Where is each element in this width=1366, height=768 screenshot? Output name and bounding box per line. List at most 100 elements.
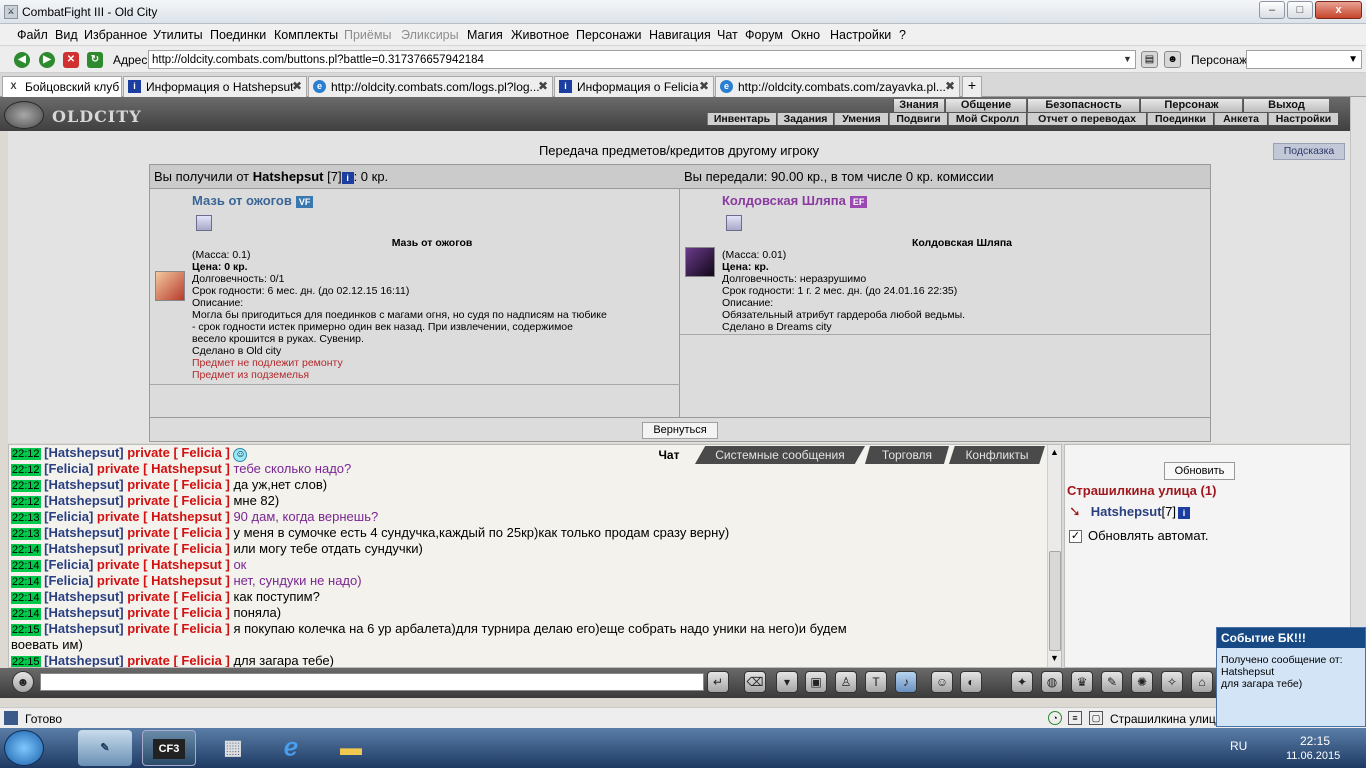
menu-magic[interactable]: Магия	[467, 28, 503, 42]
menu-chat[interactable]: Чат	[717, 28, 738, 42]
menu-help[interactable]: ?	[899, 28, 906, 42]
private-arrow-icon[interactable]: ➘	[1069, 503, 1081, 519]
hint-button[interactable]: Подсказка	[1273, 143, 1345, 160]
filter-icon[interactable]: ▾	[776, 671, 798, 693]
bag-icon[interactable]: ◍	[1041, 671, 1063, 693]
nav-deeds[interactable]: Подвиги	[889, 113, 947, 125]
message-time[interactable]: 22:14	[11, 560, 41, 572]
magic-icon[interactable]: ✺	[1131, 671, 1153, 693]
message-sender[interactable]: [Hatshepsut]	[44, 477, 123, 492]
chat-scrollbar[interactable]: ▲ ▼	[1047, 445, 1061, 667]
close-icon[interactable]: ✖	[945, 79, 955, 93]
sender-name[interactable]: Hatshepsut	[253, 169, 324, 184]
message-private[interactable]: private [ Felicia ]	[127, 493, 230, 508]
info-icon[interactable]: i	[1178, 506, 1190, 519]
new-tab-button[interactable]: +	[962, 76, 982, 97]
menu-view[interactable]: Вид	[55, 28, 78, 42]
refresh-button[interactable]: Обновить	[1164, 462, 1235, 480]
nav-settings[interactable]: Настройки	[1268, 113, 1338, 125]
nav-inventory[interactable]: Инвентарь	[707, 113, 776, 125]
message-sender[interactable]: [Hatshepsut]	[44, 653, 123, 667]
message-sender[interactable]: [Hatshepsut]	[44, 621, 123, 636]
item-name[interactable]: Мазь от ожогов VF	[192, 193, 314, 208]
attack-icon[interactable]: ✦	[1011, 671, 1033, 693]
message-time[interactable]: 22:15	[11, 624, 41, 636]
eraser-icon[interactable]: ⌫	[744, 671, 766, 693]
mask-icon[interactable]: ◐	[960, 671, 982, 693]
menu-navigation[interactable]: Навигация	[649, 28, 711, 42]
message-private[interactable]: private [ Felicia ]	[127, 445, 230, 460]
event-popup[interactable]: Событие БК!!! Получено сообщение от: Hat…	[1216, 627, 1366, 727]
clock-time[interactable]: 22:15	[1300, 734, 1330, 748]
menu-sets[interactable]: Комплекты	[274, 28, 338, 42]
message-private[interactable]: private [ Hatshepsut ]	[97, 573, 230, 588]
message-private[interactable]: private [ Felicia ]	[127, 525, 230, 540]
chevron-down-icon[interactable]: ▼	[1120, 51, 1135, 68]
tab-conflicts[interactable]: Конфликты	[949, 446, 1045, 464]
stop-icon[interactable]: ✕	[63, 52, 79, 68]
house-icon[interactable]: ⌂	[1191, 671, 1213, 693]
language-indicator[interactable]: RU	[1230, 739, 1247, 753]
nav-security[interactable]: Безопасность	[1027, 99, 1139, 112]
close-button[interactable]: x	[1315, 1, 1362, 19]
back-arrow-icon[interactable]: ◀	[14, 52, 30, 68]
clock-icon[interactable]: ◔	[1048, 711, 1062, 725]
users-icon[interactable]: ☻	[1164, 51, 1181, 68]
calculator-icon[interactable]: ▦	[206, 730, 260, 766]
nav-skills[interactable]: Умения	[834, 113, 888, 125]
combatfight-taskbar-button[interactable]: CF3	[142, 730, 196, 766]
notepad-icon[interactable]: ✎	[78, 730, 132, 766]
tab-zayavka[interactable]: e http://oldcity.combats.com/zayavka.pl.…	[715, 76, 960, 97]
menu-window[interactable]: Окно	[791, 28, 820, 42]
message-sender[interactable]: [Felicia]	[44, 509, 93, 524]
message-sender[interactable]: [Hatshepsut]	[44, 525, 123, 540]
menu-favorites[interactable]: Избранное	[84, 28, 147, 42]
music-icon[interactable]: ♪	[895, 671, 917, 693]
compass-icon[interactable]: ✧	[1161, 671, 1183, 693]
message-sender[interactable]: [Felicia]	[44, 557, 93, 572]
chat-person-icon[interactable]: ☻	[12, 671, 34, 693]
message-sender[interactable]: [Hatshepsut]	[44, 445, 123, 460]
auto-refresh-checkbox[interactable]: ✓	[1069, 530, 1082, 544]
nav-battles[interactable]: Поединки	[1147, 113, 1213, 125]
tab-info-hatshepsut[interactable]: i Информация о Hatshepsut ✖	[123, 76, 307, 97]
message-private[interactable]: private [ Hatshepsut ]	[97, 509, 230, 524]
message-sender[interactable]: [Hatshepsut]	[44, 493, 123, 508]
user-name[interactable]: Hatshepsut	[1091, 504, 1162, 519]
nav-profile[interactable]: Анкета	[1214, 113, 1267, 125]
nav-transfer-report[interactable]: Отчет о переводах	[1027, 113, 1146, 125]
scroll-icon[interactable]: ✎	[1101, 671, 1123, 693]
message-time[interactable]: 22:14	[11, 592, 41, 604]
message-sender[interactable]: [Hatshepsut]	[44, 605, 123, 620]
message-private[interactable]: private [ Hatshepsut ]	[97, 461, 230, 476]
armor-icon[interactable]: ♛	[1071, 671, 1093, 693]
enter-icon[interactable]: ↵	[707, 671, 729, 693]
ie-icon[interactable]: ℯ	[264, 730, 318, 766]
tab-fight-club[interactable]: X Бойцовский клуб	[2, 76, 122, 98]
close-icon[interactable]: ✖	[699, 79, 709, 93]
menu-characters[interactable]: Персонажи	[576, 28, 641, 42]
message-sender[interactable]: [Felicia]	[44, 461, 93, 476]
message-time[interactable]: 22:12	[11, 464, 41, 476]
message-private[interactable]: private [ Felicia ]	[127, 589, 230, 604]
tab-info-felicia[interactable]: i Информация о Felicia ✖	[554, 76, 714, 97]
chat-input[interactable]	[40, 673, 704, 691]
nav-character[interactable]: Персонаж	[1140, 99, 1242, 112]
close-icon[interactable]: ✖	[292, 79, 302, 93]
smile-icon[interactable]: ☺	[931, 671, 953, 693]
nav-quests[interactable]: Задания	[777, 113, 833, 125]
message-time[interactable]: 22:14	[11, 576, 41, 588]
message-time[interactable]: 22:12	[11, 496, 41, 508]
nav-my-scroll[interactable]: Мой Скролл	[948, 113, 1026, 125]
windows-start-icon[interactable]	[4, 730, 44, 766]
message-time[interactable]: 22:13	[11, 528, 41, 540]
clock-date[interactable]: 11.06.2015	[1286, 750, 1340, 762]
maximize-button[interactable]: □	[1287, 1, 1313, 19]
message-time[interactable]: 22:14	[11, 544, 41, 556]
scroll-down-icon[interactable]: ▼	[1050, 653, 1059, 663]
minimize-button[interactable]: –	[1259, 1, 1285, 19]
tab-chat[interactable]: Чат	[643, 446, 695, 464]
list-icon[interactable]: ≡	[1068, 711, 1082, 725]
nav-exit[interactable]: Выход	[1243, 99, 1329, 112]
frame-icon[interactable]: ▢	[1089, 711, 1103, 725]
